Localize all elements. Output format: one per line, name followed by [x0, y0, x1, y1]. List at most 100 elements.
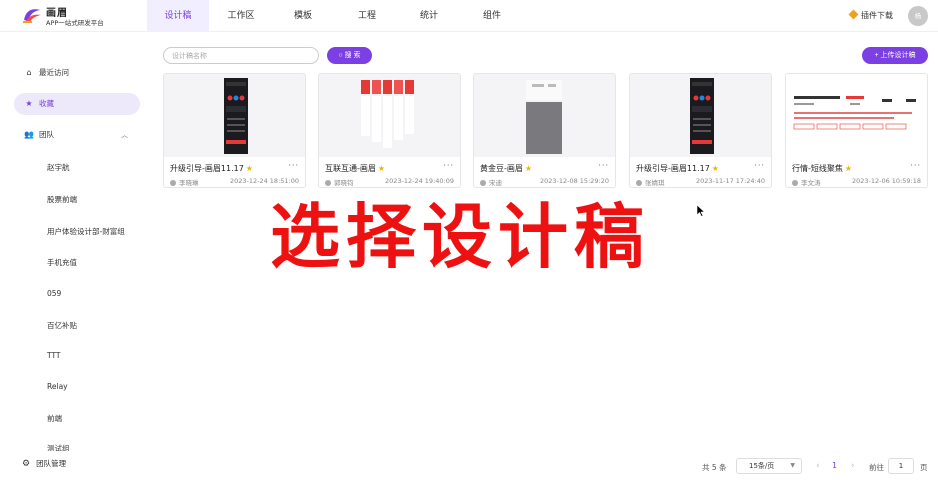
sidebar-team-item[interactable]: Relay — [47, 382, 68, 391]
star-icon[interactable]: ★ — [378, 164, 385, 173]
sidebar-item-favorites[interactable]: ★ 收藏 — [14, 93, 140, 115]
sidebar-team-item[interactable]: 赵宇航 — [47, 162, 70, 173]
card-timestamp: 2023-12-24 18:51:00 — [229, 177, 299, 185]
sidebar-item-label: 团队 — [39, 130, 54, 139]
more-icon[interactable]: ··· — [443, 161, 454, 170]
more-icon[interactable]: ··· — [910, 161, 921, 170]
card-title[interactable]: 行情-短线聚焦 ★ — [792, 163, 852, 174]
phone-preview-image — [224, 78, 248, 154]
design-card[interactable]: 互联互通-画眉 ★ ··· 郭晓钧 2023-12-24 19:40:09 — [318, 73, 461, 188]
phone-preview-image — [690, 78, 714, 154]
design-thumbnail[interactable] — [474, 74, 615, 157]
design-thumbnail[interactable] — [319, 74, 460, 157]
card-owner: 张婧琪 — [636, 177, 665, 187]
card-timestamp: 2023-11-17 17:24:40 — [695, 177, 765, 185]
chevron-down-icon: ▼ — [790, 462, 795, 469]
diamond-icon — [848, 9, 859, 20]
goto-label: 前往 — [869, 463, 884, 472]
star-icon[interactable]: ★ — [845, 164, 852, 173]
search-input[interactable] — [163, 47, 319, 64]
card-owner: 郭晓钧 — [325, 177, 354, 187]
card-owner: 李文涛 — [792, 177, 821, 187]
design-card[interactable]: 行情-短线聚焦 ★ ··· 李文涛 2023-12-06 10:59:18 — [785, 73, 928, 188]
sidebar-team-item[interactable]: 前端 — [47, 413, 62, 424]
card-owner: 李晓琳 — [170, 177, 199, 187]
design-thumbnail[interactable] — [164, 74, 305, 157]
page-size-value: 15条/页 — [749, 462, 775, 470]
screens-grid-preview-image — [361, 80, 414, 148]
home-icon: ⌂ — [26, 68, 32, 77]
star-icon[interactable]: ★ — [246, 164, 253, 173]
more-icon[interactable]: ··· — [598, 161, 609, 170]
card-title-text: 行情-短线聚焦 — [792, 164, 843, 173]
phone-preview-image — [526, 80, 562, 154]
avatar[interactable]: 杨 — [908, 6, 928, 26]
user-icon — [170, 180, 176, 186]
card-title-text: 互联互通-画眉 — [325, 164, 376, 173]
card-title[interactable]: 互联互通-画眉 ★ — [325, 163, 385, 174]
overlay-caption: 选择设计稿 — [270, 196, 650, 278]
sidebar-item-recent[interactable]: ⌂ 最近访问 — [14, 62, 140, 84]
more-icon[interactable]: ··· — [288, 161, 299, 170]
pagination-total: 共 5 条 — [702, 463, 727, 472]
sidebar-item-label: 最近访问 — [39, 68, 69, 77]
logo-subtitle: APP一站式研发平台 — [46, 19, 104, 27]
star-icon[interactable]: ★ — [712, 164, 719, 173]
sidebar-team-item[interactable]: 059 — [47, 289, 61, 298]
sidebar-team-item[interactable]: 测试组 — [47, 443, 70, 451]
mouse-cursor-icon — [697, 205, 705, 217]
tab-statistics[interactable]: 统计 — [406, 0, 452, 32]
card-owner-name: 宋迪 — [489, 179, 502, 187]
card-timestamp: 2023-12-06 10:59:18 — [851, 177, 921, 185]
card-title[interactable]: 升级引导-画眉11.17 ★ — [170, 163, 253, 174]
card-owner-name: 李晓琳 — [179, 179, 199, 187]
plugin-download-link[interactable]: 插件下载 — [848, 9, 893, 21]
card-timestamp: 2023-12-08 15:29:20 — [539, 177, 609, 185]
design-card[interactable]: 黄金豆-画眉 ★ ··· 宋迪 2023-12-08 15:29:20 — [473, 73, 616, 188]
users-icon: 👥 — [24, 130, 34, 139]
sidebar-team-item[interactable]: 用户体验设计部-财富组 — [47, 226, 125, 237]
user-icon — [325, 180, 331, 186]
tab-workspace[interactable]: 工作区 — [215, 0, 267, 32]
star-icon: ★ — [25, 99, 33, 108]
tab-design-drafts[interactable]: 设计稿 — [147, 0, 209, 32]
logo-icon — [23, 9, 41, 23]
tab-projects[interactable]: 工程 — [344, 0, 390, 32]
search-button[interactable]: ○ 搜 索 — [327, 47, 372, 64]
sidebar-team-item[interactable]: 百亿补贴 — [47, 320, 77, 331]
card-title-text: 黄金豆-画眉 — [480, 164, 523, 173]
page-suffix: 页 — [920, 463, 928, 472]
design-thumbnail[interactable] — [630, 74, 771, 157]
top-header: 画眉 APP一站式研发平台 设计稿 工作区 模板 工程 统计 组件 插件下载 杨 — [0, 0, 938, 32]
upload-design-button[interactable]: + 上传设计稿 — [862, 47, 928, 64]
sidebar-item-label: 收藏 — [39, 99, 54, 108]
logo[interactable]: 画眉 APP一站式研发平台 — [22, 4, 132, 28]
card-title[interactable]: 升级引导-画眉11.17 ★ — [636, 163, 719, 174]
card-title-text: 升级引导-画眉11.17 — [636, 164, 710, 173]
star-icon[interactable]: ★ — [525, 164, 532, 173]
market-card-preview-image — [793, 96, 916, 130]
prev-page-icon[interactable]: ‹ — [816, 461, 820, 471]
design-card[interactable]: 升级引导-画眉11.17 ★ ··· 李晓琳 2023-12-24 18:51:0… — [163, 73, 306, 188]
card-title[interactable]: 黄金豆-画眉 ★ — [480, 163, 532, 174]
card-owner-name: 张婧琪 — [645, 179, 665, 187]
design-thumbnail[interactable] — [786, 74, 927, 157]
user-icon — [636, 180, 642, 186]
search-button-label: 搜 索 — [344, 52, 361, 59]
design-card[interactable]: 升级引导-画眉11.17 ★ ··· 张婧琪 2023-11-17 17:24:4… — [629, 73, 772, 188]
sidebar-item-team[interactable]: 👥 团队 ︿ — [14, 124, 140, 146]
sidebar-team-item[interactable]: 股票前端 — [47, 194, 77, 205]
team-management-link[interactable]: ⚙ 团队管理 — [22, 458, 66, 469]
page-size-select[interactable]: 15条/页 ▼ — [736, 458, 802, 474]
sidebar-team-item[interactable]: 手机充值 — [47, 257, 77, 268]
more-icon[interactable]: ··· — [754, 161, 765, 170]
page-number-current[interactable]: 1 — [832, 461, 837, 470]
goto-page-input[interactable]: 1 — [888, 458, 914, 474]
user-icon — [792, 180, 798, 186]
card-title-text: 升级引导-画眉11.17 — [170, 164, 244, 173]
next-page-icon[interactable]: › — [851, 461, 855, 471]
card-owner-name: 李文涛 — [801, 179, 821, 187]
tab-templates[interactable]: 模板 — [280, 0, 326, 32]
sidebar-team-item[interactable]: TTT — [47, 351, 60, 360]
tab-components[interactable]: 组件 — [469, 0, 515, 32]
